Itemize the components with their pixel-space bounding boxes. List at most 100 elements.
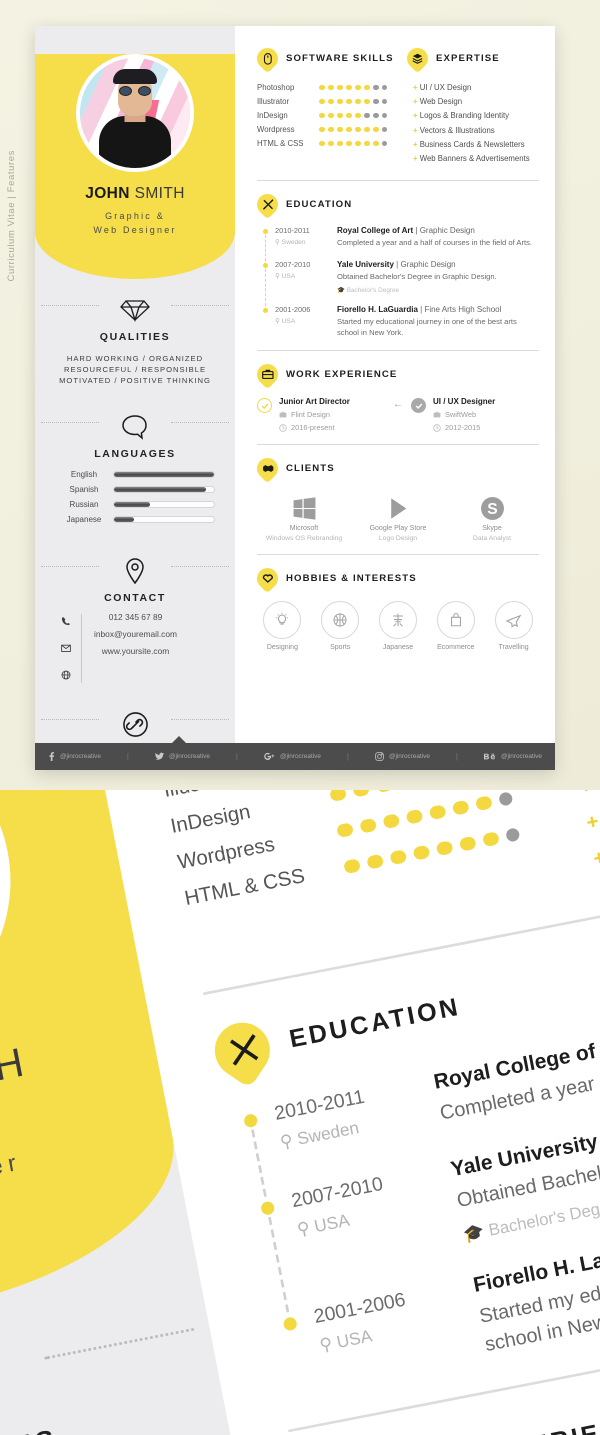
- education-header: EDUCATION: [252, 189, 539, 220]
- social-account-twitter[interactable]: @jinrocreative: [155, 752, 210, 761]
- lightbulb-icon: [263, 601, 302, 640]
- arrow-left-icon: ←: [393, 399, 403, 411]
- svg-text:S: S: [487, 501, 497, 518]
- divider-right: [171, 719, 229, 720]
- mouse-icon: [252, 43, 283, 74]
- job-title: UI / UX Designer: [433, 397, 496, 407]
- education-years: 2007-2010: [275, 259, 311, 269]
- expertise-label: Logos & Branding Identity: [419, 111, 510, 121]
- pencil-ruler-icon: [204, 1012, 281, 1089]
- hobby-label: Japanese: [382, 644, 414, 652]
- language-name: Russian: [69, 500, 99, 509]
- hobby-label: Sports: [330, 644, 351, 652]
- list-item: Ecommerce: [430, 601, 481, 651]
- website-value[interactable]: www.yoursite.com: [94, 646, 177, 656]
- language-bar: [113, 471, 215, 478]
- list-item: Microsoft Windows OS Rebranding: [257, 491, 351, 542]
- briefcase-icon: [252, 359, 283, 390]
- work-experience-title: WORK EXPERIENCE: [286, 369, 398, 381]
- social-handle: @jinrocreative: [59, 753, 101, 760]
- social-account-googleplus[interactable]: @jinrocreative: [264, 752, 321, 761]
- footer-separator: |: [235, 752, 238, 761]
- social-account-instagram[interactable]: @jinrocreative: [375, 752, 430, 761]
- list-item: Sports: [315, 601, 366, 651]
- page-root: Curriculum Vitae | Features JOHN SMITH G…: [0, 0, 600, 1435]
- job-role: Graphic & Web Designer: [35, 209, 235, 237]
- side-caption: Curriculum Vitae | Features: [6, 150, 17, 282]
- list-item: 2010-2011 ⚲ Sweden Royal College of Art …: [263, 226, 539, 261]
- avatar-cap: [113, 69, 157, 84]
- language-name: Japanese: [66, 515, 102, 524]
- work-experience-title: WORK EXPERIENCE: [372, 1409, 600, 1435]
- social-account-behance[interactable]: @jinrocreative: [483, 753, 542, 761]
- timeline-dot: [263, 308, 268, 314]
- last-name: SMITH: [134, 185, 185, 202]
- qualities-line-3: MOTIVATED / POSITIVE THINKING: [59, 376, 211, 385]
- shopping-bag-icon: [436, 601, 475, 640]
- google-play-icon: [351, 491, 445, 525]
- social-account-facebook[interactable]: @jinrocreative: [48, 752, 101, 761]
- role-line-2: Web Designer: [93, 225, 177, 235]
- language-name: Spanish: [69, 485, 99, 494]
- job-title: Junior Art Director: [279, 397, 350, 407]
- list-item: 2007-2010 ⚲ USA Yale University | Graphi…: [263, 259, 539, 307]
- language-name: English: [70, 470, 98, 479]
- email-value[interactable]: inbox@youremail.com: [94, 629, 177, 639]
- software-skills-list: Photoshop Illustrator InDesign Wordpress…: [155, 790, 583, 962]
- phone-value[interactable]: 012 345 67 89: [94, 612, 177, 622]
- globe-icon: [61, 667, 71, 685]
- list-item: + Vectors & Illustrations: [577, 790, 600, 798]
- skill-dots: [319, 98, 388, 105]
- list-item: HTML & CSS: [257, 139, 407, 148]
- expertise-label: UI / UX Design: [419, 83, 472, 92]
- list-item: Travelling: [488, 601, 539, 651]
- skill-name: InDesign: [257, 111, 288, 120]
- education-location: ⚲ USA: [275, 272, 296, 280]
- education-years: 2010-2011: [275, 226, 310, 236]
- preview-job-role: Graphic & Web Designer: [0, 1078, 175, 1250]
- skill-dots: [319, 126, 388, 133]
- expertise-label: Web Design: [419, 97, 463, 107]
- job-period: 2016-present: [279, 423, 350, 432]
- social-handle: @jinrocreative: [279, 753, 321, 760]
- list-item: UI / UX Designer SwiftWeb 2012-2015: [411, 397, 539, 432]
- divider-right: [171, 422, 229, 423]
- job-company: Flint Design: [279, 410, 350, 419]
- list-item: English: [55, 470, 215, 479]
- resume-card: JOHN SMITH Graphic & Web Designer QUALIT…: [35, 26, 555, 770]
- skill-name: Illustrator: [257, 97, 290, 106]
- contact-title: CONTACT: [104, 592, 166, 604]
- job-company: SwiftWeb: [433, 410, 495, 419]
- work-experience-header: WORK EXPERIENCE: [252, 359, 539, 390]
- clients-header: CLIENTS: [252, 453, 539, 484]
- hobbies-title: HOBBIES & INTERESTS: [286, 573, 417, 585]
- expertise-list: + UI / UX Design + Web Design + Logos & …: [407, 83, 539, 168]
- page-title: JOHN SMITH: [35, 185, 235, 203]
- airplane-icon: [494, 601, 533, 640]
- list-item: Designing: [257, 601, 308, 651]
- language-fill: [114, 487, 206, 492]
- clients-list: Microsoft Windows OS Rebranding Google P…: [257, 491, 539, 542]
- languages-section: LANGUAGES English Spanish Russian Japane…: [35, 396, 235, 540]
- education-desc: Completed a year and a half of courses i…: [337, 238, 533, 248]
- list-item: Spanish: [55, 485, 215, 494]
- language-fill: [114, 517, 134, 522]
- speech-bubble-icon: [35, 410, 235, 444]
- footer-separator: |: [126, 752, 129, 761]
- basketball-icon: [321, 601, 360, 640]
- list-item: + Vectors & Illustrations: [413, 125, 495, 135]
- list-item: Illustrator: [257, 97, 407, 106]
- section-divider: [257, 444, 539, 446]
- qualities-line-1: HARD WORKING / ORGANIZED: [66, 354, 204, 363]
- contact-icons: [53, 612, 79, 685]
- resume-card-preview: JOHN SMITH Graphic & Web Designer QUALIT…: [0, 790, 600, 1435]
- skill-dots: [319, 140, 388, 147]
- social-handle: @jinrocreative: [500, 753, 542, 760]
- education-school: Royal College of Art | Graphic Design: [337, 226, 475, 236]
- contact-divider: [81, 614, 82, 683]
- list-item: Wordpress: [257, 125, 407, 134]
- expertise-header: EXPERTISE: [402, 43, 539, 74]
- software-skills-title: SOFTWARE SKILLS: [286, 53, 394, 64]
- role-line-1: Graphic &: [105, 211, 165, 221]
- windows-icon: [257, 491, 351, 525]
